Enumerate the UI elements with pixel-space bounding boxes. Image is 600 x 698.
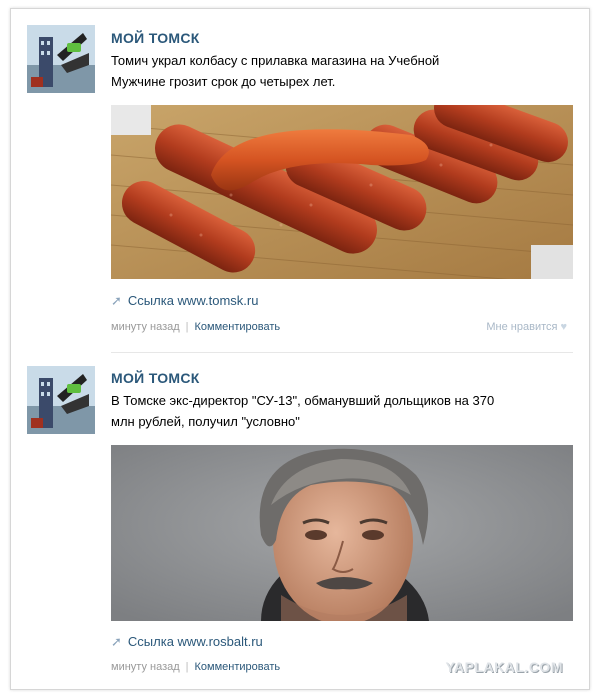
heart-icon: ♥ [560, 321, 567, 333]
link-arrow-icon: ➚ [111, 293, 122, 308]
comment-button[interactable]: Комментировать [195, 661, 281, 673]
meta-separator: | [185, 661, 189, 673]
post-meta: минуту назад | Комментировать [111, 661, 280, 673]
meta-separator: | [185, 321, 189, 333]
post-link[interactable]: ➚ Ссылка www.rosbalt.ru [111, 634, 263, 650]
post-text-line: Мужчине грозит срок до четырех лет. [111, 74, 336, 89]
comment-button[interactable]: Комментировать [195, 321, 281, 333]
like-button[interactable]: Мне нравится ♥ [486, 321, 567, 333]
link-arrow-icon: ➚ [111, 634, 122, 649]
site-watermark: YAPLAKAL.COM [445, 659, 563, 675]
post-text: В Томске экс-директор "СУ-13", обманувши… [111, 390, 511, 432]
post-image-sausages[interactable] [111, 105, 573, 279]
like-label[interactable]: Мне нравится [486, 321, 557, 333]
group-avatar[interactable] [27, 25, 95, 93]
post-time[interactable]: минуту назад [111, 321, 180, 333]
post-author[interactable]: МОЙ ТОМСК [111, 370, 200, 386]
post-text-line: В Томске экс-директор "СУ-13", обманувши… [111, 393, 495, 408]
post-time[interactable]: минуту назад [111, 661, 180, 673]
post-link-text[interactable]: Ссылка www.tomsk.ru [128, 293, 259, 308]
post-text-line: млн рублей, получил "условно" [111, 414, 300, 429]
post-link-text[interactable]: Ссылка www.rosbalt.ru [128, 634, 263, 649]
post-text: Томич украл колбасу с прилавка магазина … [111, 50, 511, 92]
post-divider [111, 352, 573, 353]
post-text-line: Томич украл колбасу с прилавка магазина … [111, 53, 440, 68]
post-image-portrait[interactable] [111, 445, 573, 621]
feed-frame: МОЙ ТОМСК Томич украл колбасу с прилавка… [10, 8, 590, 690]
group-avatar[interactable] [27, 366, 95, 434]
post-author[interactable]: МОЙ ТОМСК [111, 30, 200, 46]
post-meta: минуту назад | Комментировать [111, 321, 280, 333]
post-link[interactable]: ➚ Ссылка www.tomsk.ru [111, 293, 258, 309]
